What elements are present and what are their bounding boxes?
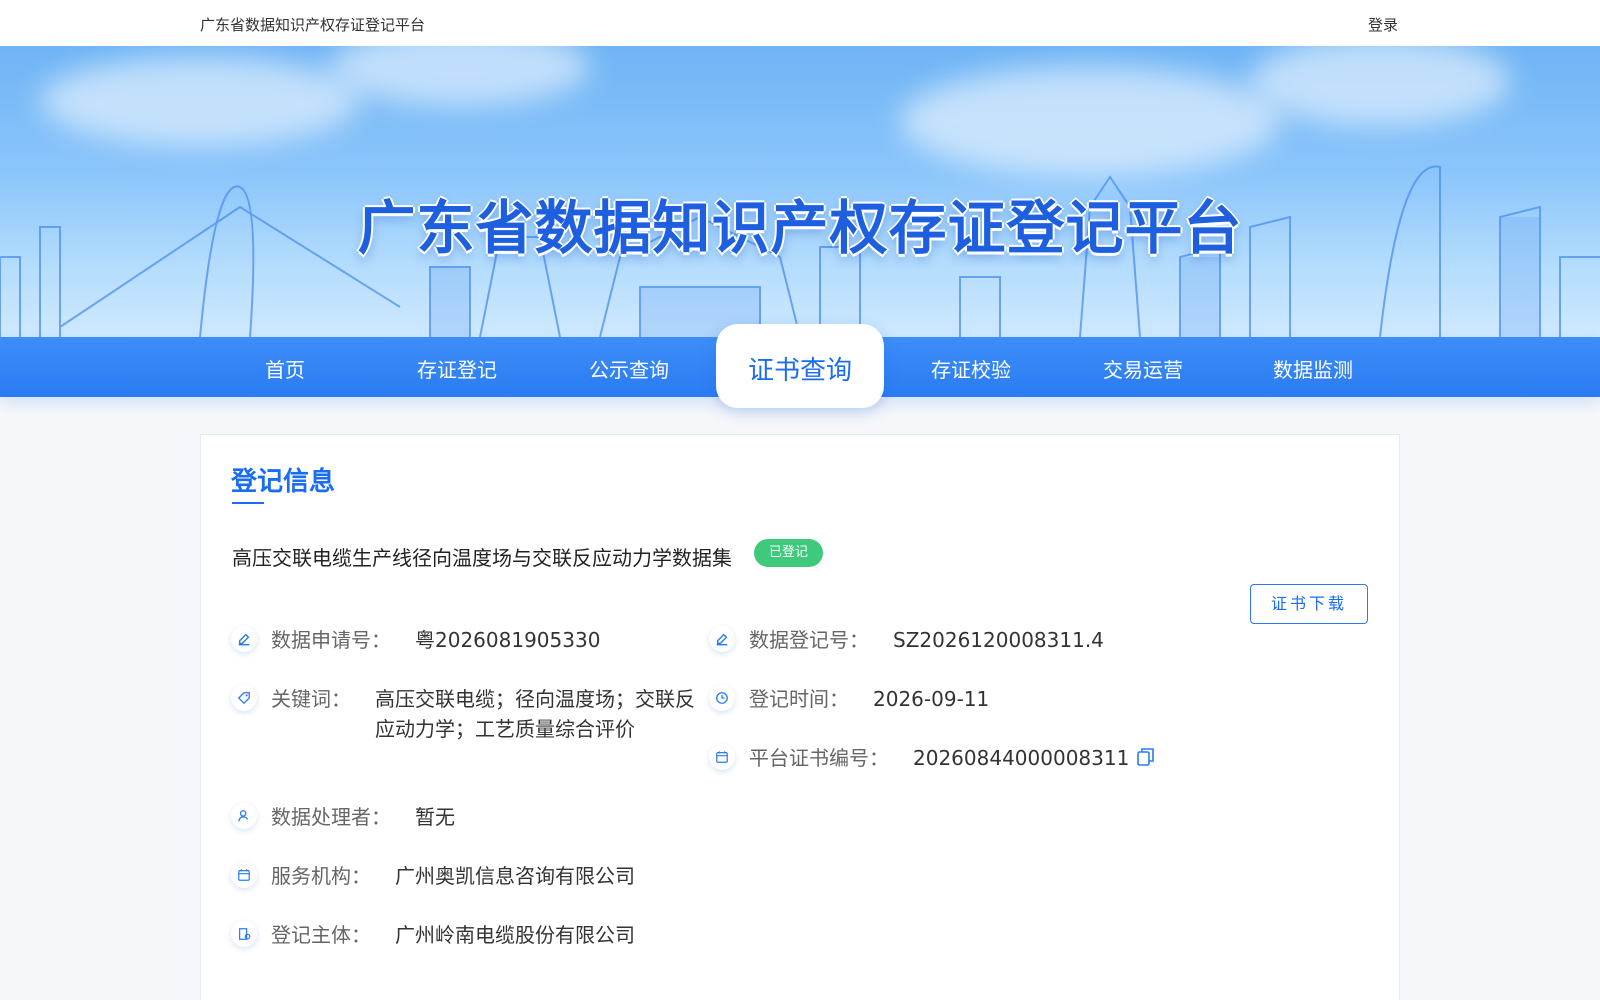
field-label: 数据登记号： [749,628,869,652]
field-label: 登记时间： [749,687,849,711]
tag-icon [231,685,257,711]
field-label: 服务机构： [271,864,371,888]
field-service-org: 服务机构： 广州奥凯信息咨询有限公司 [231,861,635,891]
status-badge: 已登记 [754,539,824,567]
banner-title: 广东省数据知识产权存证登记平台 [357,194,1243,262]
field-label: 数据处理者： [271,805,391,829]
field-label: 关键词： [271,687,351,711]
login-link[interactable]: 登录 [1368,14,1398,35]
field-value: 广州奥凯信息咨询有限公司 [395,864,635,888]
nav-item-public-query[interactable]: 公示查询 [544,354,714,383]
banner: 广东省数据知识产权存证登记平台 [0,46,1600,337]
edit-icon [231,626,257,652]
nav-item-monitoring[interactable]: 数据监测 [1228,354,1398,383]
nav-item-certificate-query[interactable]: 证书查询 [716,324,884,408]
copy-icon[interactable] [1137,747,1155,772]
clock-icon [709,685,735,711]
certificate-download-button[interactable]: 证书下载 [1250,584,1368,624]
field-application-no: 数据申请号： 粤2026081905330 [231,625,600,655]
field-certificate-no: 平台证书编号： 20260844000008311 [709,743,1155,773]
field-value: 暂无 [415,805,455,829]
nav-active-wrapper: 证书查询 [700,318,900,418]
field-value: 2026-09-11 [873,687,990,711]
building-icon [231,921,257,947]
edit-icon [709,626,735,652]
section-title-underline [232,502,264,504]
field-registration-no: 数据登记号： SZ2026120008311.4 [709,625,1104,655]
dataset-name: 高压交联电缆生产线径向温度场与交联反应动力学数据集 [232,546,732,570]
field-value: 20260844000008311 [913,746,1130,770]
registration-info-card: 登记信息 高压交联电缆生产线径向温度场与交联反应动力学数据集 已登记 证书下载 … [200,434,1400,1000]
field-label: 登记主体： [271,923,371,947]
field-keywords: 关键词： 高压交联电缆；径向温度场；交联反应动力学；工艺质量综合评价 [231,684,709,744]
site-name: 广东省数据知识产权存证登记平台 [200,16,426,34]
top-bar: 广东省数据知识产权存证登记平台 登录 [0,0,1600,46]
nav-item-verification[interactable]: 存证校验 [886,354,1056,383]
calendar-icon [231,862,257,888]
field-label: 数据申请号： [271,628,391,652]
nav-item-trading[interactable]: 交易运营 [1058,354,1228,383]
user-icon [231,803,257,829]
field-processor: 数据处理者： 暂无 [231,802,455,832]
field-value: SZ2026120008311.4 [893,628,1104,652]
nav-item-home[interactable]: 首页 [200,354,370,383]
field-value: 高压交联电缆；径向温度场；交联反应动力学；工艺质量综合评价 [375,687,695,741]
nav-item-registration[interactable]: 存证登记 [372,354,542,383]
field-label: 平台证书编号： [749,746,889,770]
calendar-icon [709,744,735,770]
field-subject: 登记主体： 广州岭南电缆股份有限公司 [231,920,635,950]
field-registration-time: 登记时间： 2026-09-11 [709,684,989,714]
field-value: 广州岭南电缆股份有限公司 [395,923,635,947]
field-value: 粤2026081905330 [415,628,601,652]
section-title: 登记信息 [231,467,336,497]
